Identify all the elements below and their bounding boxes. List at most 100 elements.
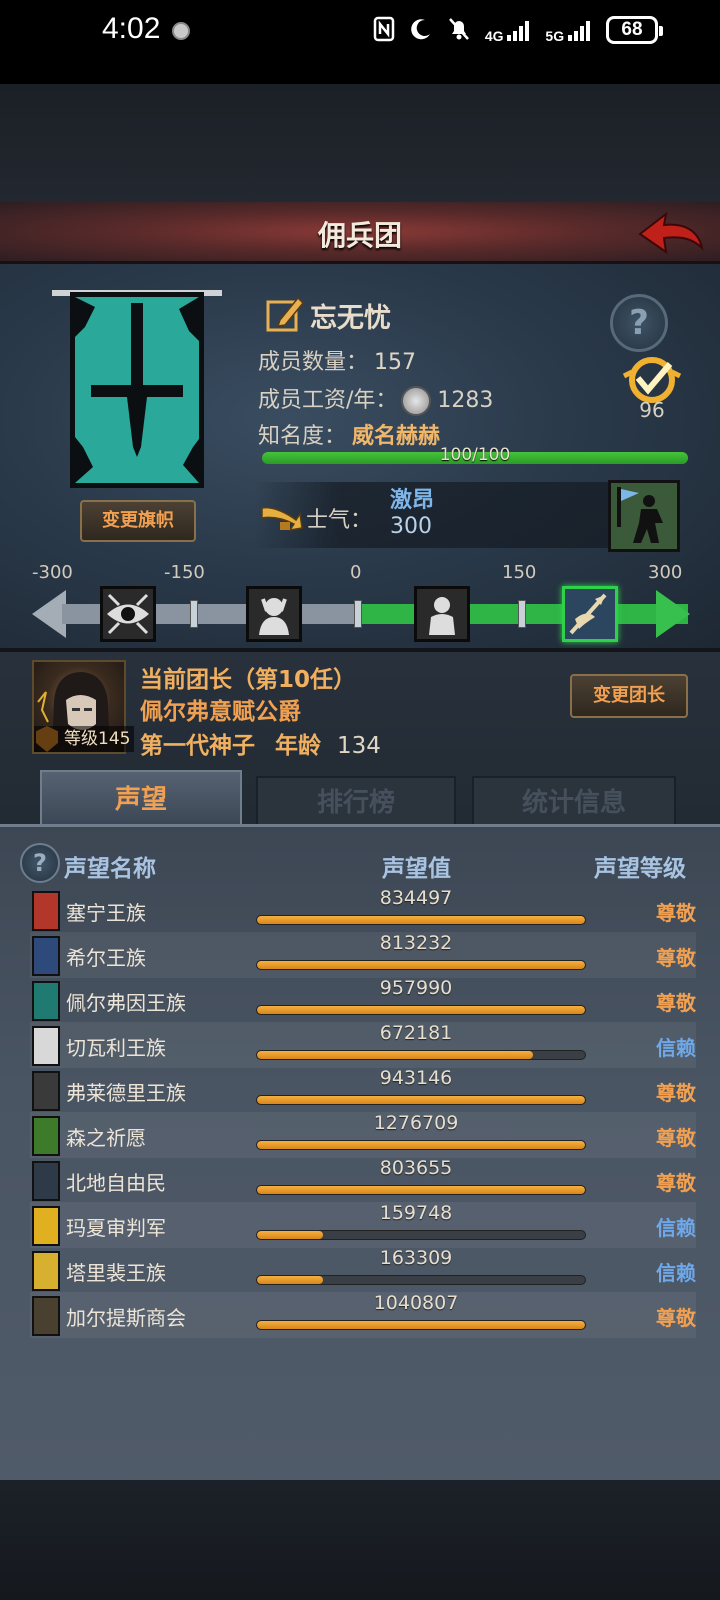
reputation-row[interactable]: 弗莱德里王族 943146 尊敬 [30, 1067, 696, 1113]
rank-number: 96 [639, 398, 665, 422]
reputation-value: 943146 [379, 1067, 453, 1089]
tab-bar: 声望 排行榜 统计信息 [36, 768, 686, 828]
reputation-level: 信赖 [656, 1036, 696, 1060]
faction-name: 塔里裴王族 [66, 1261, 166, 1285]
leader-name: 佩尔弗意赋公爵 [140, 699, 301, 725]
reputation-progress-bar [256, 1050, 586, 1060]
moon-icon [409, 17, 433, 47]
tab-reputation[interactable]: 声望 [40, 770, 242, 828]
morale-level-paranoid-icon[interactable] [100, 586, 156, 642]
scale-label-zero: 0 [350, 562, 362, 583]
guild-banner[interactable] [70, 292, 204, 488]
morale-charge-icon[interactable] [608, 480, 680, 552]
horn-icon [260, 500, 304, 534]
morale-level-inspired-icon[interactable] [562, 586, 618, 642]
reputation-row[interactable]: 塔里裴王族 163309 信赖 [30, 1247, 696, 1293]
scale-arrow-right-icon [656, 590, 690, 638]
faction-name: 弗莱德里王族 [66, 1081, 186, 1105]
scale-tick [518, 600, 526, 628]
reputation-row[interactable]: 佩尔弗因王族 957990 尊敬 [30, 977, 696, 1023]
battery-icon: 68 [606, 16, 663, 44]
signal-4g-icon: 4G [485, 21, 532, 43]
back-button[interactable] [636, 208, 706, 258]
reputation-value: 672181 [379, 1022, 453, 1044]
reputation-progress-bar [256, 960, 586, 970]
reputation-level: 尊敬 [656, 991, 696, 1015]
tab-leaderboard[interactable]: 排行榜 [256, 776, 456, 828]
reputation-progress-bar [256, 1005, 586, 1015]
reputation-panel: ? 声望名称 声望值 声望等级 塞宁王族 834497 尊敬 希尔王族 813232 尊敬… [0, 824, 720, 1480]
reputation-row[interactable]: 塞宁王族 834497 尊敬 [30, 887, 696, 933]
reputation-value: 1040807 [373, 1292, 459, 1314]
reputation-row[interactable]: 森之祈愿 1276709 尊敬 [30, 1112, 696, 1158]
reputation-value: 803655 [379, 1157, 453, 1179]
member-count: 成员数量： 157 [258, 344, 416, 376]
signal-5g-icon: 5G [545, 21, 592, 43]
leader-level: 等级145 [34, 726, 135, 752]
reputation-level: 信赖 [656, 1261, 696, 1285]
reputation-progress-fill [257, 1231, 323, 1239]
change-banner-button[interactable]: 变更旗帜 [80, 500, 196, 542]
faction-crest-icon [32, 936, 60, 976]
notification-icon [172, 22, 190, 40]
reputation-value: 163309 [379, 1247, 453, 1269]
reputation-value: 834497 [379, 887, 453, 909]
reputation-progress-fill [257, 1321, 585, 1329]
reputation-level: 信赖 [656, 1216, 696, 1240]
top-backdrop [0, 84, 720, 202]
leader-generation-text: 第一代神子 [140, 733, 255, 759]
faction-name: 森之祈愿 [66, 1126, 146, 1150]
reputation-progress-fill [257, 1006, 585, 1014]
member-wage-value: 1283 [437, 388, 494, 413]
tab-statistics[interactable]: 统计信息 [472, 776, 676, 828]
faction-name: 塞宁王族 [66, 901, 146, 925]
faction-name: 希尔王族 [66, 946, 146, 970]
battery-level: 68 [621, 19, 643, 40]
reputation-value: 957990 [379, 977, 453, 999]
bottom-backdrop [0, 1480, 720, 1600]
status-time: 4:02 [102, 12, 161, 45]
reputation-help-button[interactable]: ? [20, 843, 60, 883]
morale-level-despair-icon[interactable] [246, 586, 302, 642]
reputation-row[interactable]: 切瓦利王族 672181 信赖 [30, 1022, 696, 1068]
reputation-value: 159748 [379, 1202, 453, 1224]
reputation-progress-fill [257, 1096, 585, 1104]
faction-crest-icon [32, 981, 60, 1021]
network1-label: 4G [484, 28, 504, 44]
page-title: 佣兵团 [317, 219, 402, 252]
leader-section: 等级145 当前团长（第10任） 佩尔弗意赋公爵 第一代神子 年龄 134 变更… [0, 648, 720, 828]
scale-tick [354, 600, 362, 628]
faction-crest-icon [32, 1251, 60, 1291]
faction-crest-icon [32, 1026, 60, 1066]
fame-progress-text: 100/100 [439, 445, 511, 465]
rank-badge[interactable]: 96 [620, 354, 684, 424]
member-count-value: 157 [374, 350, 417, 375]
scale-arrow-left-icon [32, 590, 66, 638]
reputation-level: 尊敬 [656, 901, 696, 925]
reputation-progress-bar [256, 1140, 586, 1150]
edit-name-icon[interactable] [266, 294, 305, 332]
status-icons: 4G 5G [373, 16, 592, 48]
help-button[interactable]: ? [610, 294, 668, 352]
faction-name: 北地自由民 [66, 1171, 166, 1195]
silver-coin-icon [401, 386, 432, 416]
reputation-progress-fill [257, 961, 585, 969]
reputation-row[interactable]: 加尔提斯商会 1040807 尊敬 [30, 1292, 696, 1338]
sword-icon [75, 297, 199, 483]
scale-label-max: 300 [648, 562, 683, 583]
reputation-level: 尊敬 [656, 1081, 696, 1105]
faction-name: 玛夏审判军 [66, 1216, 166, 1240]
change-leader-button[interactable]: 变更团长 [570, 674, 688, 718]
reputation-progress-bar [256, 1275, 586, 1285]
morale-level-calm-icon[interactable] [414, 586, 470, 642]
faction-crest-icon [32, 891, 60, 931]
reputation-value: 1276709 [373, 1112, 459, 1134]
reputation-row[interactable]: 北地自由民 803655 尊敬 [30, 1157, 696, 1203]
header-reputation-level: 声望等级 [594, 856, 686, 882]
member-count-label: 成员数量： [258, 350, 369, 375]
reputation-header: ? 声望名称 声望值 声望等级 [0, 837, 720, 887]
reputation-row[interactable]: 希尔王族 813232 尊敬 [30, 932, 696, 978]
reputation-row[interactable]: 玛夏审判军 159748 信赖 [30, 1202, 696, 1248]
reputation-level: 尊敬 [656, 1171, 696, 1195]
reputation-progress-fill [257, 1186, 585, 1194]
